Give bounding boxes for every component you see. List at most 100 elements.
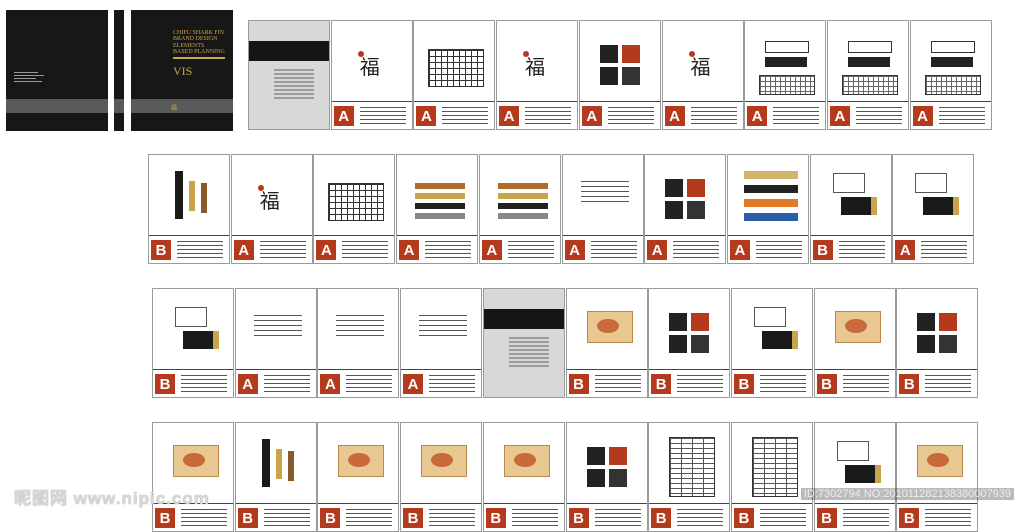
page-rule [397, 235, 478, 236]
page-footer: B [897, 371, 977, 397]
page-artwork: 福 [238, 163, 306, 227]
section-label-badge: B [651, 508, 672, 528]
manual-page: A [744, 20, 827, 130]
page-footer: A [580, 103, 660, 129]
manual-page: B [730, 422, 813, 532]
manual-page: B [148, 154, 230, 264]
section-label-badge: A [237, 374, 258, 394]
section-label-badge: A [333, 106, 354, 126]
page-artwork [159, 297, 227, 361]
page-rule [731, 369, 812, 370]
page-artwork [586, 29, 654, 93]
page-rule [579, 101, 660, 102]
footer-text-lines [838, 241, 885, 261]
page-artwork [655, 431, 723, 497]
page-footer: B [811, 237, 891, 263]
footer-text-lines [759, 509, 806, 529]
section-label-badge: A [895, 240, 916, 260]
page-rule [235, 503, 316, 504]
section-label-badge: B [812, 240, 833, 260]
section-label-badge: A [233, 240, 254, 260]
manual-page: B [896, 288, 979, 398]
section-label-badge: A [747, 106, 768, 126]
page-text-lines [508, 337, 549, 369]
footer-text-lines [263, 375, 310, 395]
page-rule [727, 235, 808, 236]
page-footer: B [153, 371, 233, 397]
page-footer: A [745, 103, 825, 129]
page-artwork [817, 163, 885, 227]
manual-page: B [234, 422, 317, 532]
manual-page: A [644, 154, 727, 264]
manual-page [248, 20, 330, 130]
page-artwork [569, 163, 637, 227]
cover-logo-icon: 福 [171, 106, 178, 112]
page-footer: B [732, 505, 812, 531]
page-rule [814, 503, 895, 504]
section-label-badge: B [733, 374, 754, 394]
page-footer: B [149, 237, 229, 263]
page-footer: B [815, 505, 895, 531]
page-artwork [821, 431, 889, 495]
footer-text-lines [429, 375, 476, 395]
manual-page: A [317, 288, 400, 398]
section-label-badge: A [416, 106, 437, 126]
page-rule [649, 503, 730, 504]
page-rule [827, 101, 908, 102]
footer-text-lines [673, 241, 720, 261]
page-rule [149, 235, 229, 236]
page-footer: A [314, 237, 394, 263]
page-rule [566, 503, 647, 504]
footer-text-lines [594, 509, 641, 529]
page-rule [662, 101, 743, 102]
page-artwork [490, 431, 558, 495]
footer-text-lines [259, 241, 306, 261]
page-artwork [573, 431, 641, 495]
section-label-badge: A [664, 106, 685, 126]
manual-page: B [565, 422, 648, 532]
footer-text-lines [921, 241, 968, 261]
page-artwork [651, 163, 719, 227]
page-artwork [738, 431, 806, 497]
page-artwork [834, 29, 902, 95]
page-rule [810, 235, 891, 236]
page-footer: A [563, 237, 643, 263]
section-label-badge: B [155, 508, 175, 528]
section-label-badge: A [647, 240, 668, 260]
section-label-badge: B [568, 374, 589, 394]
page-footer: A [414, 103, 494, 129]
page-artwork [420, 29, 488, 93]
footer-text-lines [425, 241, 472, 261]
manual-page: B [482, 422, 565, 532]
page-rule [153, 369, 233, 370]
section-label-badge: A [316, 240, 337, 260]
page-artwork: 福 [338, 29, 406, 93]
section-label-badge: A [403, 374, 424, 394]
page-artwork [407, 431, 475, 495]
page-rule [479, 235, 560, 236]
page-footer: B [401, 505, 481, 531]
page-artwork [486, 163, 554, 227]
page-rule [318, 503, 399, 504]
page-footer: A [497, 103, 577, 129]
page-footer: B [732, 371, 812, 397]
page-footer: A [232, 237, 312, 263]
section-label-badge: B [651, 374, 672, 394]
page-artwork [751, 29, 819, 95]
section-label-badge: A [581, 106, 602, 126]
manual-page: B [152, 288, 234, 398]
page-footer: B [649, 371, 729, 397]
page-footer: A [728, 237, 808, 263]
page-artwork [407, 297, 475, 361]
page-footer: B [236, 505, 316, 531]
footer-text-lines [181, 375, 227, 395]
page-header-bar [483, 309, 564, 329]
manual-page: B [813, 422, 896, 532]
page-artwork [324, 431, 392, 495]
footer-text-lines [429, 509, 476, 529]
page-footer: A [332, 103, 412, 129]
section-label-badge: B [485, 508, 506, 528]
manual-page: B [730, 288, 813, 398]
page-artwork [734, 163, 802, 227]
page-rule [401, 369, 482, 370]
